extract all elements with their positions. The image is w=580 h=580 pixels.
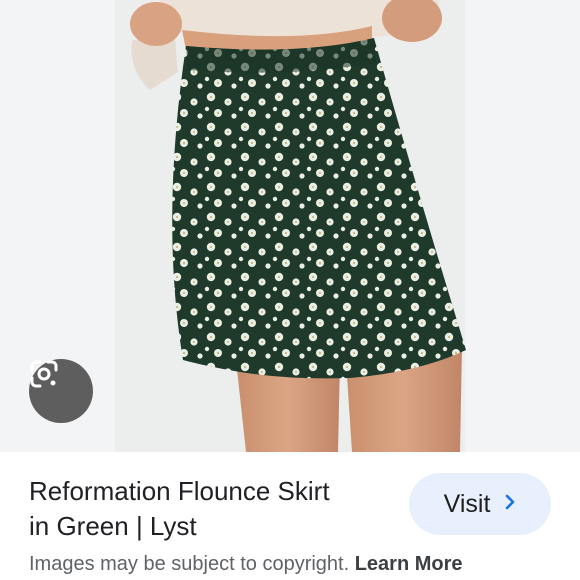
product-title[interactable]: Reformation Flounce Skirt in Green | Lys… xyxy=(29,474,399,544)
copyright-notice: Images may be subject to copyright. Lear… xyxy=(29,553,463,576)
product-image[interactable] xyxy=(0,0,580,452)
chevron-right-icon xyxy=(504,493,516,516)
visit-button[interactable]: Visit xyxy=(409,473,551,535)
copyright-text: Images may be subject to copyright. xyxy=(29,553,350,575)
visit-label: Visit xyxy=(443,489,491,518)
product-title-line1: Reformation Flounce Skirt xyxy=(29,476,330,506)
google-lens-button[interactable] xyxy=(29,359,93,423)
product-title-line2: in Green | Lyst xyxy=(29,511,197,541)
learn-more-link[interactable]: Learn More xyxy=(355,553,463,575)
